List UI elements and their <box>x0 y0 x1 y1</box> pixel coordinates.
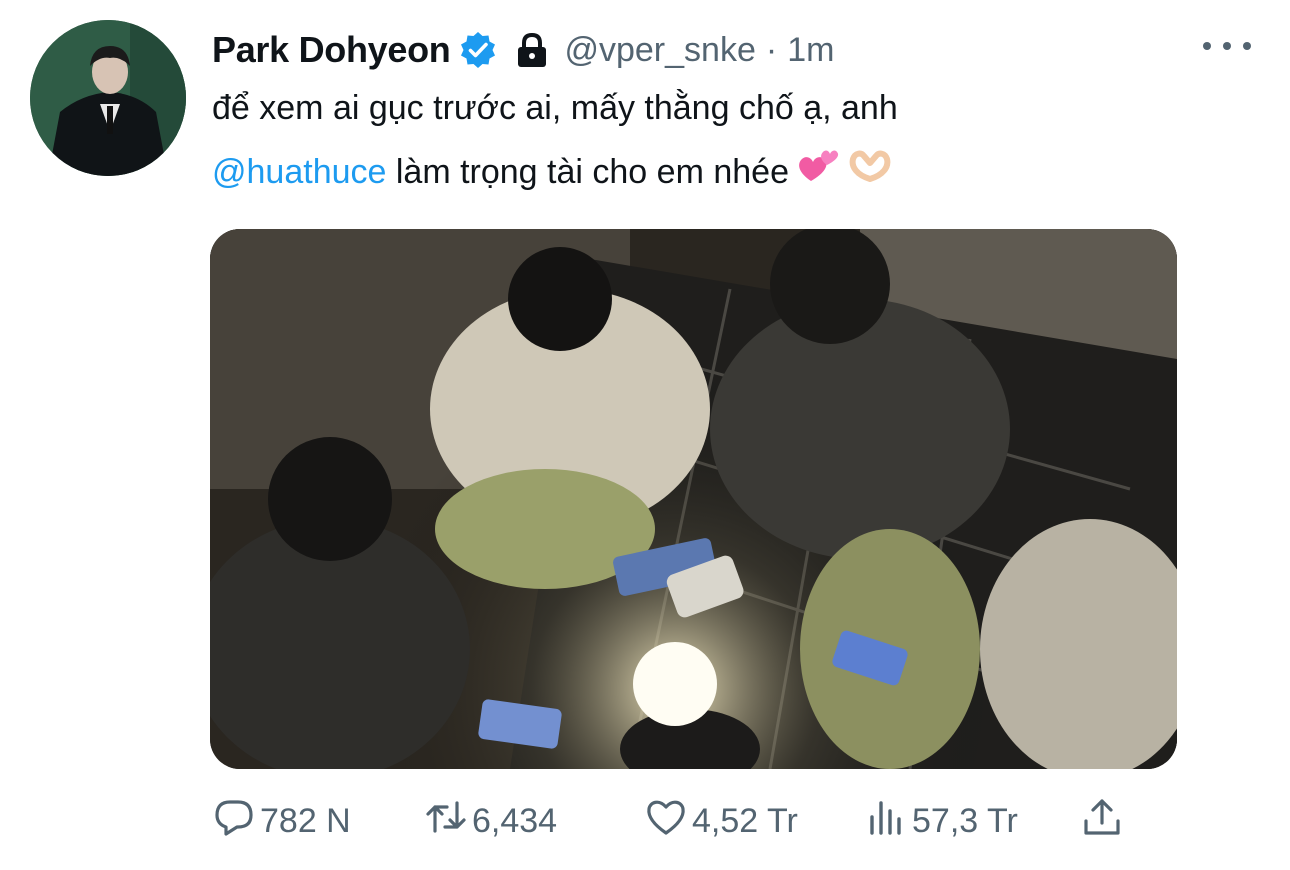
like-count: 4,52 Tr <box>692 801 798 840</box>
more-dot <box>1223 42 1231 50</box>
more-dot <box>1243 42 1251 50</box>
reply-icon <box>212 795 260 848</box>
tweet-text: để xem ai gục trước ai, mấy thằng chố ạ,… <box>212 76 1212 206</box>
retweet-button[interactable]: 6,434 <box>424 796 557 846</box>
tweet-text-line: để xem ai gục trước ai, mấy thằng chố ạ,… <box>212 89 898 127</box>
author-handle[interactable]: @vper_snke <box>564 31 755 70</box>
heart-hands-emoji <box>847 142 893 206</box>
heart-icon <box>644 795 692 848</box>
views-count: 57,3 Tr <box>912 801 1018 840</box>
retweet-icon <box>424 795 472 848</box>
avatar-photo <box>30 20 186 176</box>
verified-badge-icon <box>458 30 498 70</box>
author-name[interactable]: Park Dohyeon <box>212 29 451 71</box>
share-button[interactable] <box>1080 796 1128 846</box>
reply-count: 782 N <box>260 801 351 840</box>
photo-scene <box>210 229 1177 769</box>
lock-icon <box>512 30 552 70</box>
tweet-photo[interactable] <box>210 229 1177 769</box>
tweet-text-segment: làm trọng tài cho em nhée <box>386 153 789 191</box>
avatar[interactable] <box>30 20 186 176</box>
tweet-actions: 782 N 6,434 4,52 Tr 57,3 Tr <box>212 796 1132 846</box>
like-button[interactable]: 4,52 Tr <box>644 796 798 846</box>
tweet-text-line: @huathuce làm trọng tài cho em nhée <box>212 140 1212 206</box>
more-dot <box>1203 42 1211 50</box>
mention-link[interactable]: @huathuce <box>212 153 386 191</box>
retweet-count: 6,434 <box>472 801 558 840</box>
views-button[interactable]: 57,3 Tr <box>864 796 1018 846</box>
views-icon <box>864 795 912 848</box>
tweet-timestamp[interactable]: 1m <box>787 31 834 70</box>
more-icon[interactable] <box>1203 30 1251 62</box>
reply-button[interactable]: 782 N <box>212 796 351 846</box>
share-icon <box>1080 795 1128 848</box>
tweet-header: Park Dohyeon @vper_snke · 1m <box>212 24 834 76</box>
hearts-emoji <box>795 142 841 206</box>
separator-dot: · <box>765 30 778 69</box>
